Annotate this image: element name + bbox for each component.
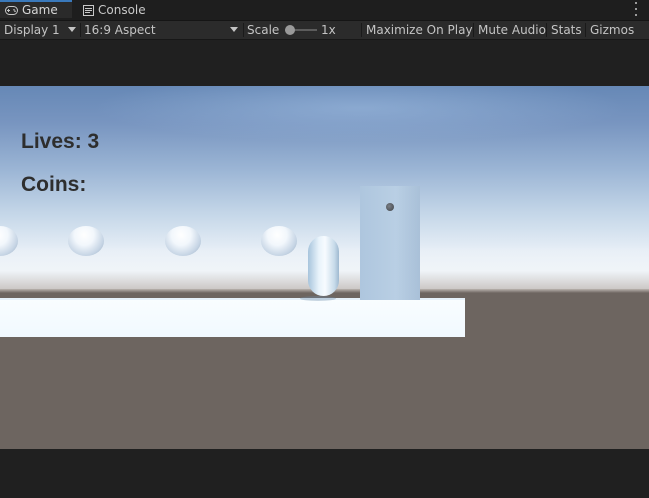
chevron-down-icon: [230, 27, 238, 32]
gizmos-dropdown[interactable]: Gizmos: [590, 21, 646, 39]
game-toolbar: Display 1 16:9 Aspect Scale 1x Maximize …: [0, 21, 649, 40]
letterbox-top: [0, 40, 649, 86]
door: [360, 186, 420, 300]
chevron-down-icon: [68, 27, 76, 32]
mute-audio-toggle[interactable]: Mute Audio: [478, 21, 546, 39]
display-dropdown-label: Display 1: [4, 23, 60, 37]
coin: [261, 226, 297, 256]
scale-slider-thumb[interactable]: [285, 25, 295, 35]
toolbar-divider: [546, 23, 547, 37]
toolbar-divider: [361, 23, 362, 37]
scale-slider[interactable]: [285, 25, 317, 35]
tab-console-label: Console: [98, 3, 146, 17]
tab-console[interactable]: Console: [80, 0, 160, 20]
coin: [165, 226, 201, 256]
tab-bar: Game Console: [0, 0, 649, 21]
toolbar-divider: [80, 23, 81, 37]
game-viewport[interactable]: Lives: 3 Coins:: [0, 86, 649, 449]
player-capsule: [308, 236, 339, 296]
hud-coins: Coins:: [21, 173, 87, 196]
maximize-on-play-toggle[interactable]: Maximize On Play: [366, 21, 473, 39]
tab-game[interactable]: Game: [0, 0, 72, 18]
aspect-dropdown[interactable]: 16:9 Aspect: [84, 21, 240, 39]
platform: [0, 300, 465, 337]
console-icon: [83, 4, 94, 16]
scale-label: Scale: [247, 23, 280, 37]
letterbox-bottom: [0, 449, 649, 498]
door-knob: [386, 203, 394, 211]
display-dropdown[interactable]: Display 1: [4, 21, 78, 39]
coin: [68, 226, 104, 256]
toolbar-divider: [243, 23, 244, 37]
gizmos-label: Gizmos: [590, 23, 635, 37]
toolbar-divider: [473, 23, 474, 37]
gamepad-icon: [5, 5, 18, 15]
more-options-icon[interactable]: [633, 2, 639, 16]
unity-editor-game-window: Game Console Display 1 16:9 Aspect Scale: [0, 0, 649, 498]
stats-toggle[interactable]: Stats: [551, 21, 582, 39]
player-shadow: [300, 296, 336, 301]
scale-value: 1x: [321, 23, 336, 37]
hud-lives: Lives: 3: [21, 130, 100, 153]
aspect-dropdown-label: 16:9 Aspect: [84, 23, 156, 37]
toolbar-divider: [585, 23, 586, 37]
tab-game-label: Game: [22, 3, 58, 17]
